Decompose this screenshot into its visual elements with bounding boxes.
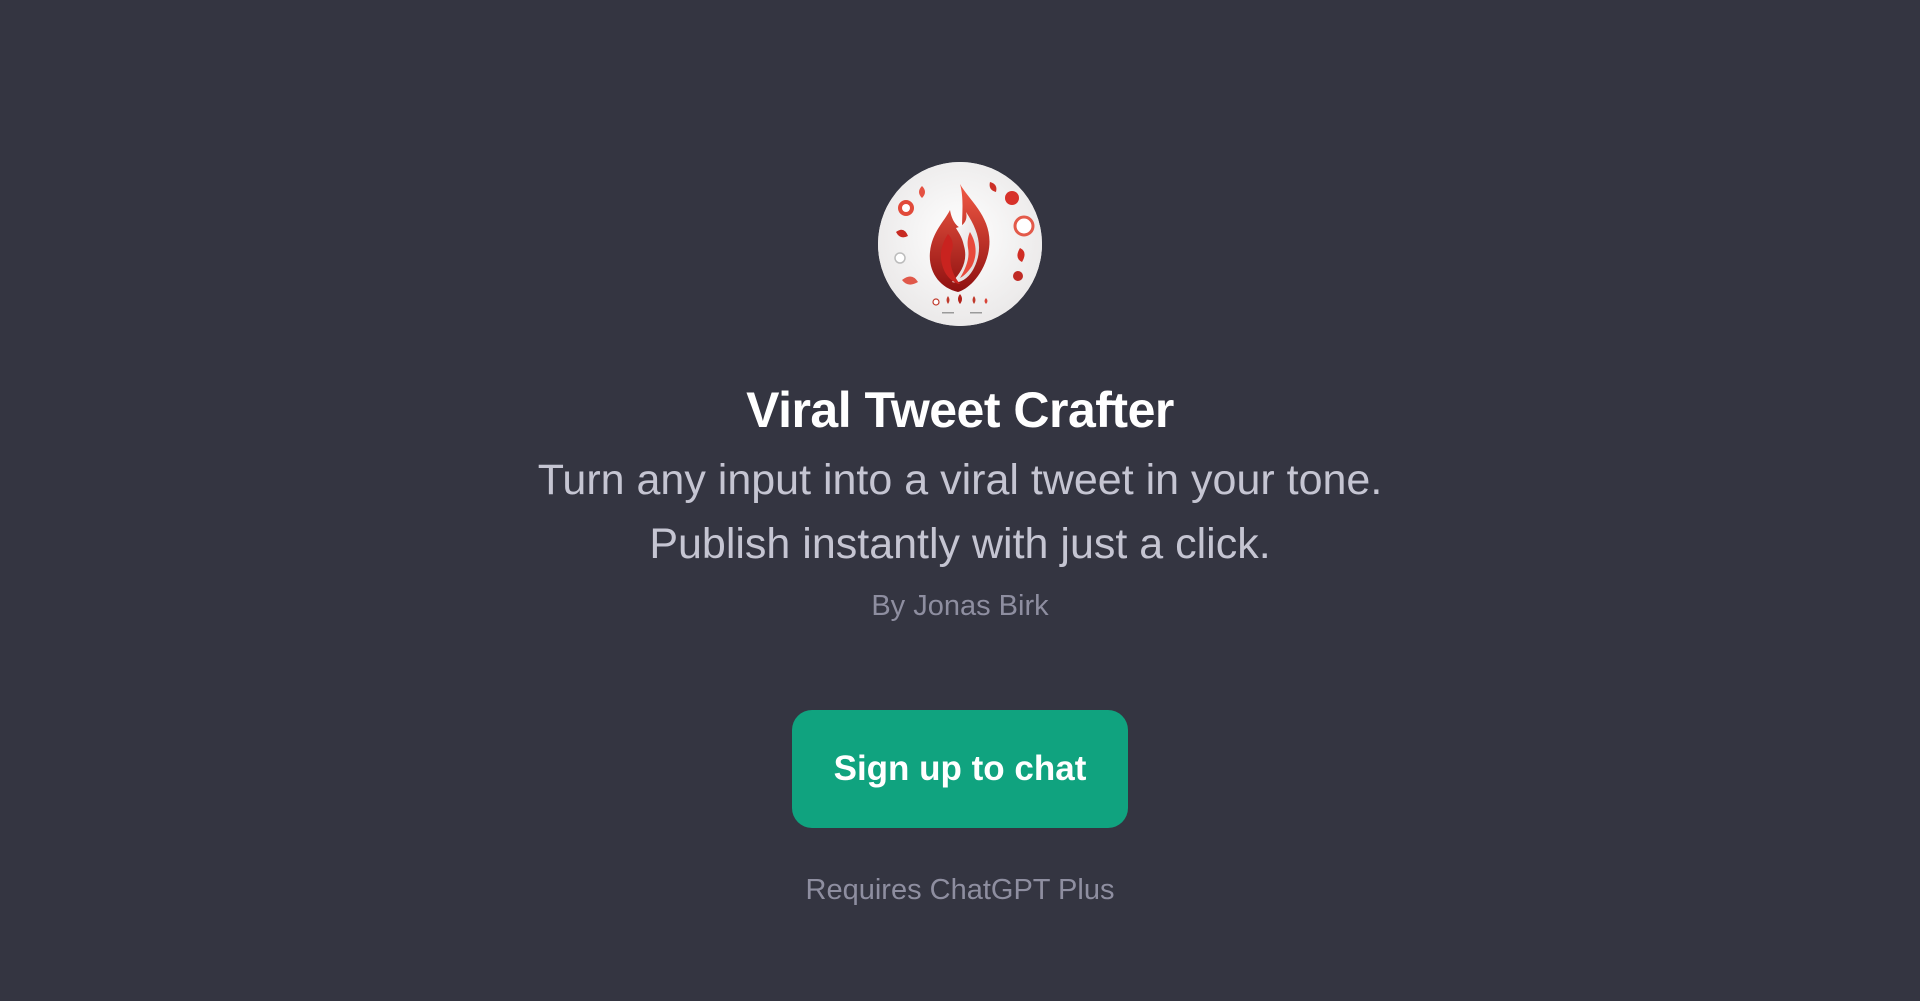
sign-up-to-chat-button[interactable]: Sign up to chat xyxy=(792,710,1128,828)
gpt-avatar xyxy=(878,162,1042,326)
gpt-description-line-1: Turn any input into a viral tweet in you… xyxy=(537,456,1383,504)
gpt-author: By Jonas Birk xyxy=(871,590,1049,622)
gpt-landing-page: Viral Tweet Crafter Turn any input into … xyxy=(0,0,1920,1001)
gpt-description: Turn any input into a viral tweet in you… xyxy=(0,448,1920,576)
gpt-description-line-2: Publish instantly with just a click. xyxy=(649,520,1271,568)
requires-plus-note: Requires ChatGPT Plus xyxy=(805,874,1115,906)
flame-logo-icon xyxy=(878,162,1042,326)
gpt-title: Viral Tweet Crafter xyxy=(746,382,1174,438)
